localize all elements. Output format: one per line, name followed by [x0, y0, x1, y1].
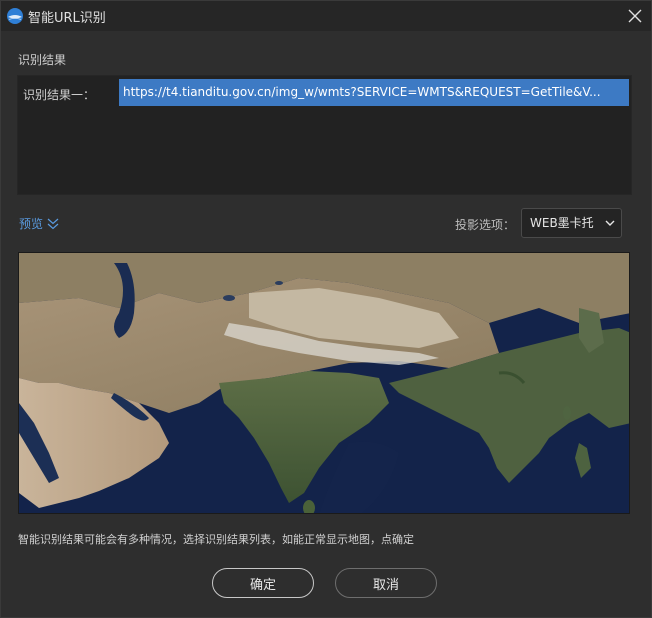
close-icon[interactable]: [623, 4, 647, 28]
app-logo-icon: [6, 7, 24, 25]
confirm-button[interactable]: 确定: [212, 568, 314, 598]
title-bar[interactable]: 智能URL识别: [1, 1, 651, 31]
preview-toggle-label: 预览: [19, 217, 44, 231]
map-preview[interactable]: [18, 252, 630, 514]
preview-toggle[interactable]: 预览: [19, 215, 60, 232]
results-section-label: 识别结果: [18, 53, 67, 67]
results-list[interactable]: 识别结果一： https://t4.tianditu.gov.cn/img_w/…: [17, 75, 632, 195]
projection-label: 投影选项：: [455, 218, 516, 232]
chevron-double-down-icon: [47, 218, 59, 229]
result-item-label: 识别结果一：: [23, 88, 96, 102]
result-item-url[interactable]: https://t4.tianditu.gov.cn/img_w/wmts?SE…: [119, 79, 629, 106]
satellite-map-image: [19, 253, 629, 513]
window-title: 智能URL识别: [28, 11, 106, 26]
cancel-button[interactable]: 取消: [335, 568, 437, 598]
hint-text: 智能识别结果可能会有多种情况，选择识别结果列表，如能正常显示地图，点确定: [18, 533, 414, 546]
dialog-window: 智能URL识别 识别结果 识别结果一： https://t4.tianditu.…: [0, 0, 652, 618]
projection-select[interactable]: WEB墨卡托: [521, 208, 622, 238]
chevron-down-icon: [605, 220, 615, 226]
projection-select-value: WEB墨卡托: [530, 216, 594, 230]
